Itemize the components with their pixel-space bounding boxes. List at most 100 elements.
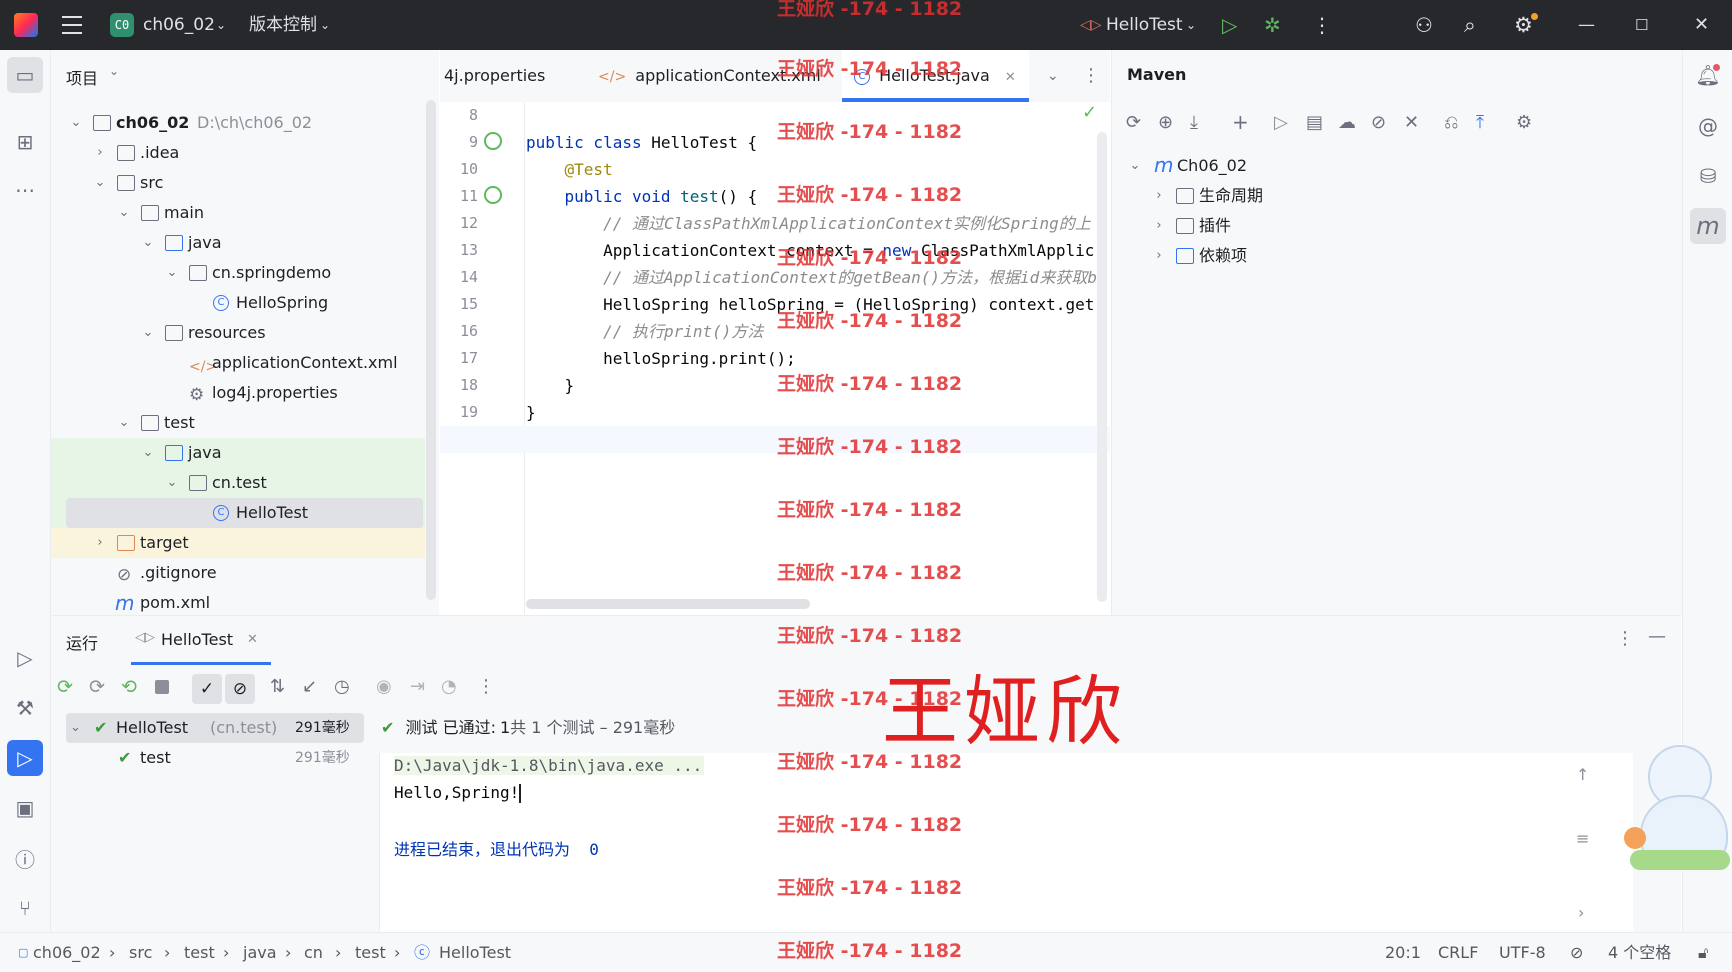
close-tab-icon[interactable]: ✕ [247,632,258,647]
run-maven-icon[interactable]: ▷ [1274,112,1288,133]
project-panel-title[interactable]: 项目 [66,65,98,89]
close-icon[interactable]: ✕ [1694,0,1709,50]
download-icon[interactable]: ⤓ [1190,112,1198,133]
scroll-up-icon[interactable]: ↑ [1576,765,1589,784]
breadcrumb-item[interactable]: HelloTest [439,933,511,972]
tab-more-icon[interactable]: ⋮ [1082,50,1100,102]
main-menu-icon[interactable] [62,16,82,34]
import-tests-icon[interactable]: ↙ [302,676,317,697]
add-user-icon[interactable]: ⚇ [1415,0,1433,50]
chevron-down-icon[interactable]: ⌄ [70,713,81,743]
rerun-icon[interactable]: ⟳ [57,676,73,698]
tab-log4j-properties[interactable]: 4j.properties [444,50,545,102]
problems-tool-icon[interactable]: ⓘ [7,840,43,876]
test-row-test[interactable]: ✔ test 291毫秒 [66,743,364,773]
console-output[interactable]: D:\Java\jdk-1.8\bin\java.exe ... Hello,S… [379,753,1633,932]
tree-item-hellospring[interactable]: C HelloSpring [51,288,421,318]
chevron-right-icon[interactable]: › [93,528,107,558]
editor-vertical-scrollbar[interactable] [1097,132,1107,602]
toolbar-more-icon[interactable]: ⋮ [477,676,495,697]
run-test-gutter-icon[interactable] [484,132,502,150]
breadcrumb-item[interactable]: test [184,933,215,972]
project-badge[interactable]: C0 [110,13,134,37]
inspection-icon[interactable]: ⊘ [1570,933,1583,972]
chevron-down-icon[interactable]: ⌄ [69,108,83,138]
chevron-down-icon[interactable]: ⌄ [117,198,131,228]
history-icon[interactable]: ◷ [334,676,350,697]
run-icon[interactable]: ▷ [1222,0,1237,50]
vcs-menu[interactable]: 版本控制 [249,0,317,50]
add-maven-project-icon[interactable]: ⊕ [1158,112,1173,133]
run-panel-hide-icon[interactable]: — [1648,626,1666,647]
cursor-position[interactable]: 20:1 [1385,933,1421,972]
tree-item-main[interactable]: ⌄ main [51,198,421,228]
chevron-down-icon[interactable]: ⌄ [165,258,179,288]
show-diagram-icon[interactable]: ⤒ [1476,112,1484,133]
add-icon[interactable]: + [1232,110,1249,134]
tree-item-src[interactable]: ⌄ src [51,168,421,198]
breadcrumb-item[interactable]: test [355,933,386,972]
notifications-icon[interactable]: 🔔︎ [1690,57,1726,93]
close-tab-icon[interactable]: ✕ [1005,70,1016,85]
tree-item-cn-test[interactable]: ⌄ cn.test [51,468,425,498]
run-tab-hellotest[interactable]: ◁▷ HelloTest ✕ [131,616,271,665]
tree-item-root[interactable]: ⌄ ch06_02 D:\ch\ch06_02 [51,108,421,138]
tree-item-hellotest[interactable]: C HelloTest [51,498,425,528]
reload-icon[interactable]: ⟳ [1126,112,1141,133]
breadcrumb-item[interactable]: cn [304,933,323,972]
tree-item-main-java[interactable]: ⌄ java [51,228,421,258]
maven-item-lifecycle[interactable]: › 生命周期 [1112,181,1482,211]
show-passed-toggle[interactable]: ✓ [192,674,222,704]
chevron-right-icon[interactable]: › [1152,181,1166,211]
stop-icon[interactable] [155,680,169,694]
breadcrumb-item[interactable]: src [129,933,152,972]
git-tool-icon[interactable]: ⑂ [7,890,43,926]
run-config-icon[interactable]: ◁▷ [1080,0,1102,50]
vcs-chevron-icon[interactable]: ⌄ [320,0,330,50]
run-tool-icon[interactable]: ▷ [7,740,43,776]
chevron-down-icon[interactable]: ⌄ [1128,151,1142,181]
chevron-down-icon[interactable]: ⌄ [117,408,131,438]
screenshot-icon[interactable]: ◉ [376,676,392,697]
terminal-tool-icon[interactable]: ▣ [7,790,43,826]
maximize-icon[interactable]: ☐ [1635,0,1648,50]
project-scrollbar[interactable] [426,100,436,600]
analyze-deps-icon[interactable]: ⎌ [1444,112,1458,133]
tree-item-idea[interactable]: › .idea [51,138,421,168]
lock-icon[interactable]: 🔓︎ [1698,933,1708,972]
indent-setting[interactable]: 4 个空格 [1608,933,1671,972]
code-editor[interactable]: 8 9 10 11 12 13 14 15 16 17 18 19 20 pub… [440,102,1110,614]
project-tool-icon[interactable]: ▭ [7,57,43,93]
chevron-right-icon[interactable]: › [93,138,107,168]
maven-item-plugins[interactable]: › 插件 [1112,211,1482,241]
tree-item-gitignore[interactable]: ⊘ .gitignore [51,558,421,588]
tree-item-test-java[interactable]: ⌄ java [51,438,425,468]
chevron-down-icon[interactable]: ⌄ [141,318,155,348]
scroll-right-icon[interactable]: › [1578,903,1584,922]
maven-settings-icon[interactable]: ⚙ [1516,112,1532,133]
project-panel-chevron-icon[interactable]: ⌄ [109,64,119,78]
more-tools-icon[interactable]: ⋯ [7,172,43,208]
chevron-right-icon[interactable]: › [1152,241,1166,271]
soft-wrap-icon[interactable]: ≡ [1576,829,1589,848]
tree-item-target[interactable]: › target [51,528,425,558]
line-separator[interactable]: CRLF [1438,933,1478,972]
sort-icon[interactable]: ⇅ [270,676,285,697]
chevron-down-icon[interactable]: ⌄ [141,438,155,468]
database-icon[interactable]: ⛁ [1690,158,1726,194]
project-chevron-icon[interactable]: ⌄ [216,0,226,50]
minimize-icon[interactable]: — [1578,0,1595,50]
build-tool-icon[interactable]: ⚒ [7,690,43,726]
services-tool-icon[interactable]: ▷ [7,640,43,676]
breadcrumb-item[interactable]: java [243,933,277,972]
chevron-down-icon[interactable]: ⌄ [165,468,179,498]
run-config-chevron-icon[interactable]: ⌄ [1186,0,1196,50]
skip-tests-icon[interactable]: ⊘ [1371,112,1386,133]
ai-assistant-icon[interactable]: @ [1690,108,1726,144]
structure-tool-icon[interactable]: ⊞ [7,124,43,160]
run-test-gutter-icon[interactable] [484,186,502,204]
editor-horizontal-scrollbar[interactable] [526,599,810,609]
maven-item-dependencies[interactable]: › 依赖项 [1112,241,1482,271]
tree-item-cn-springdemo[interactable]: ⌄ cn.springdemo [51,258,421,288]
show-ignored-toggle[interactable]: ⊘ [225,674,255,704]
